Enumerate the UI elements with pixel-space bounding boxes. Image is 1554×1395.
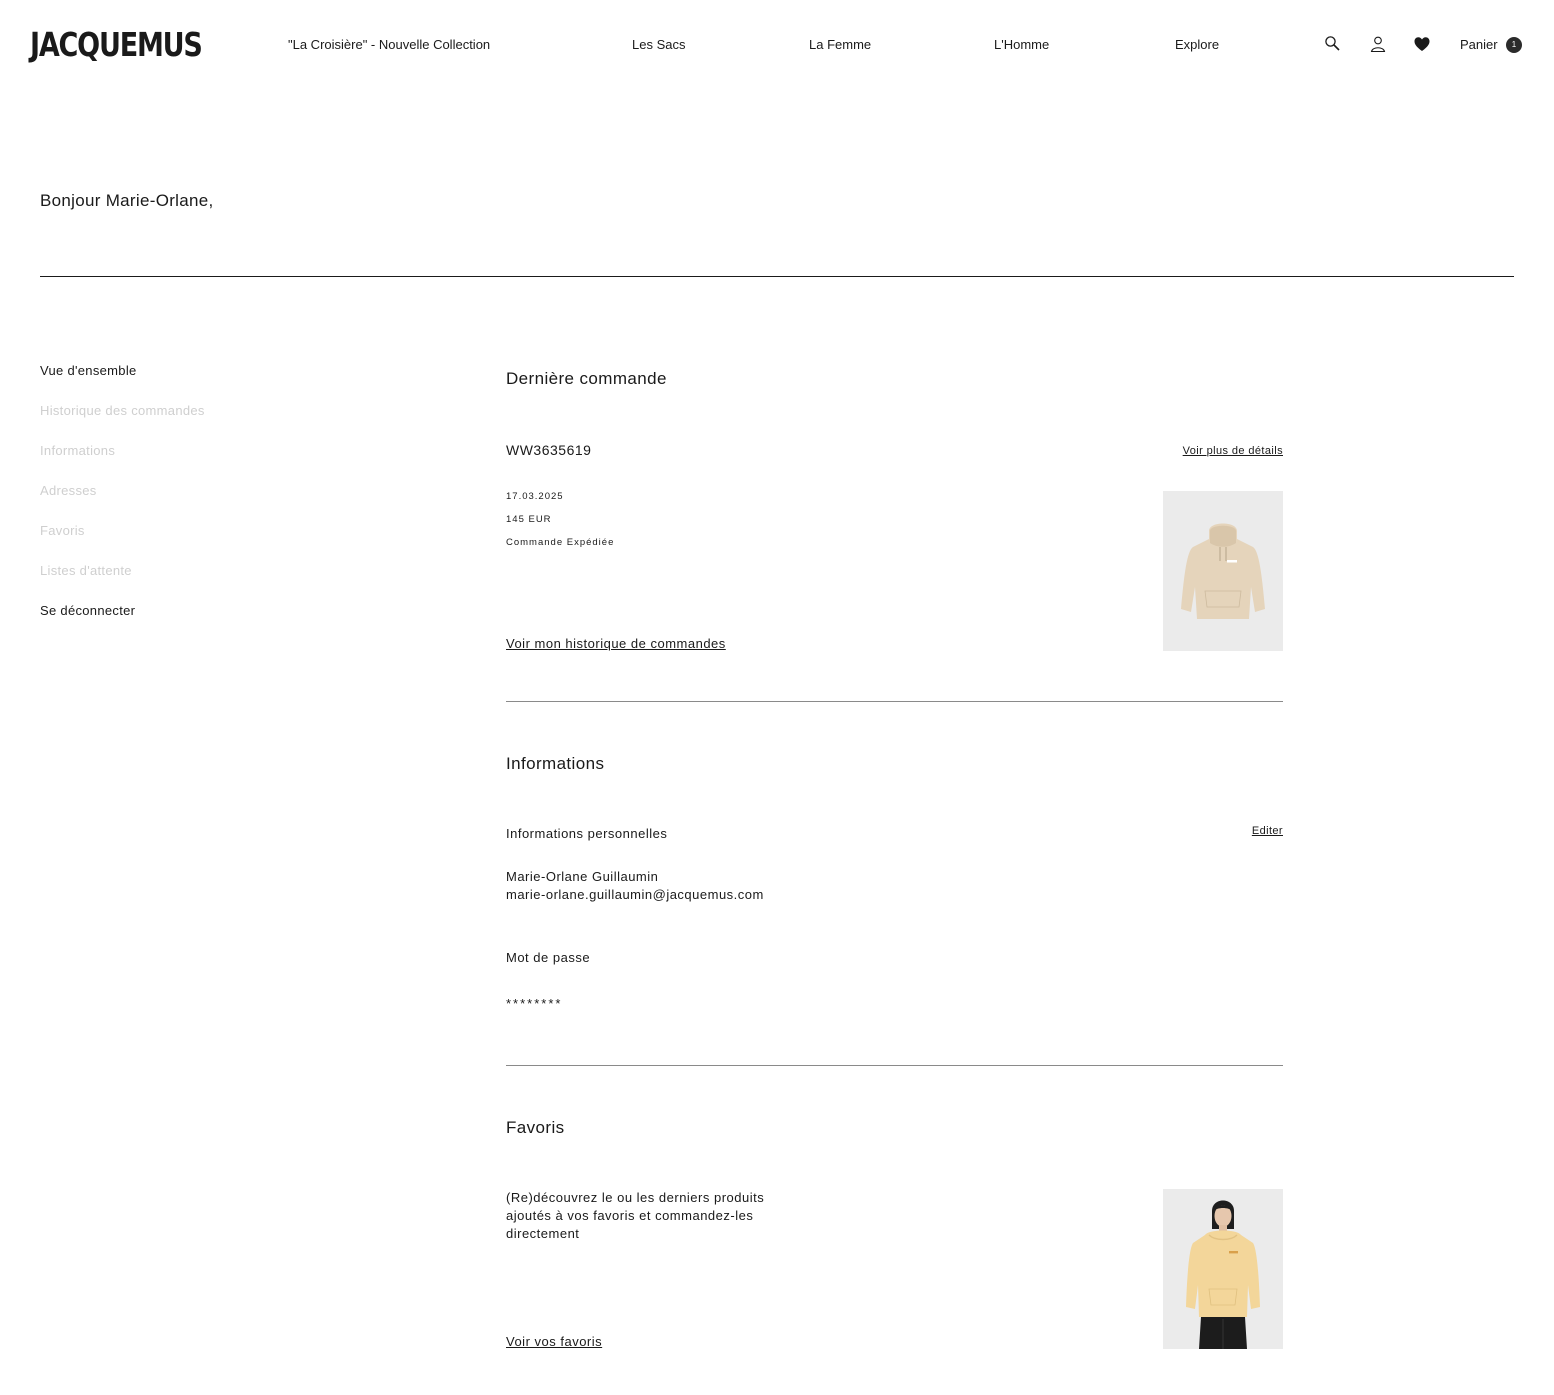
- order-history-link[interactable]: Voir mon historique de commandes: [506, 635, 726, 653]
- account-icon[interactable]: [1368, 34, 1388, 54]
- greeting-title: Bonjour Marie-Orlane,: [40, 191, 214, 210]
- favorite-product-image[interactable]: [1163, 1189, 1283, 1349]
- sidebar-item-addresses[interactable]: Adresses: [40, 483, 97, 499]
- sidebar-item-favorites[interactable]: Favoris: [40, 523, 85, 539]
- nav-item-la-croisiere[interactable]: "La Croisière" - Nouvelle Collection: [288, 37, 490, 53]
- edit-info-link[interactable]: Editer: [1252, 824, 1283, 838]
- customer-email: marie-orlane.guillaumin@jacquemus.com: [506, 887, 764, 902]
- favorites-title: Favoris: [506, 1118, 565, 1137]
- favorites-link[interactable]: Voir vos favoris: [506, 1333, 602, 1351]
- greeting-divider: [40, 276, 1514, 277]
- password-value: ********: [506, 996, 563, 1011]
- order-details-link[interactable]: Voir plus de détails: [1183, 444, 1283, 458]
- cart-link[interactable]: Panier: [1460, 37, 1498, 53]
- heart-icon[interactable]: [1412, 34, 1432, 54]
- order-product-image[interactable]: [1163, 491, 1283, 651]
- order-status: Commande Expédiée: [506, 537, 615, 548]
- sidebar-item-informations[interactable]: Informations: [40, 443, 115, 459]
- order-amount: 145 EUR: [506, 514, 552, 525]
- sidebar-item-logout[interactable]: Se déconnecter: [40, 603, 135, 619]
- nav-item-les-sacs[interactable]: Les Sacs: [632, 37, 685, 53]
- nav-item-explore[interactable]: Explore: [1175, 37, 1219, 53]
- informations-title: Informations: [506, 754, 605, 773]
- sidebar-item-order-history[interactable]: Historique des commandes: [40, 403, 205, 419]
- order-number: WW3635619: [506, 442, 592, 458]
- sidebar-item-overview[interactable]: Vue d'ensemble: [40, 363, 137, 379]
- password-label: Mot de passe: [506, 950, 591, 965]
- favorites-description: (Re)découvrez le ou les derniers produit…: [506, 1190, 765, 1241]
- last-order-title: Dernière commande: [506, 369, 667, 388]
- jacquemus-logo[interactable]: JACQUEMUS: [30, 26, 203, 64]
- site-header: JACQUEMUS "La Croisière" - Nouvelle Coll…: [0, 0, 1554, 90]
- nav-item-lhomme[interactable]: L'Homme: [994, 37, 1049, 53]
- customer-name: Marie-Orlane Guillaumin: [506, 869, 659, 884]
- order-date: 17.03.2025: [506, 491, 564, 502]
- personal-info-label: Informations personnelles: [506, 826, 668, 841]
- sidebar-item-waitlists[interactable]: Listes d'attente: [40, 563, 132, 579]
- last-order-divider: [506, 701, 1283, 702]
- nav-item-la-femme[interactable]: La Femme: [809, 37, 871, 53]
- informations-divider: [506, 1065, 1283, 1066]
- search-icon[interactable]: [1323, 34, 1343, 54]
- cart-count-badge: 1: [1506, 37, 1522, 53]
